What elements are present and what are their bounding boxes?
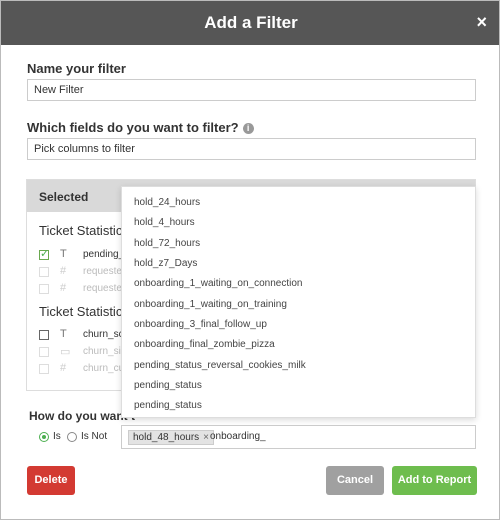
column-checkbox [39, 364, 49, 374]
dropdown-option[interactable]: onboarding_1_waiting_on_training [134, 299, 287, 310]
pick-columns-input[interactable] [27, 138, 476, 160]
filter-name-label: Name your filter [27, 61, 126, 76]
column-values-dropdown: hold_24_hours hold_4_hours hold_72_hours… [121, 186, 476, 418]
dropdown-option[interactable]: hold_24_hours [134, 197, 200, 208]
remove-chip-icon[interactable]: × [203, 432, 209, 443]
column-checkbox[interactable] [39, 330, 49, 340]
dropdown-option[interactable]: onboarding_1_waiting_on_connection [134, 278, 302, 289]
filter-name-input[interactable] [27, 79, 476, 101]
dropdown-option[interactable]: pending_status [134, 400, 202, 411]
radio-label: Is Not [81, 431, 108, 442]
column-checkbox [39, 267, 49, 277]
number-type-icon: # [60, 362, 67, 374]
value-chip: hold_48_hours × [128, 430, 215, 445]
dropdown-option[interactable]: hold_z7_Days [134, 258, 197, 269]
column-checkbox [39, 347, 49, 357]
text-type-icon: T [60, 248, 67, 260]
dropdown-option[interactable]: hold_4_hours [134, 217, 195, 228]
dialog-header: Add a Filter × [1, 1, 499, 45]
dialog-title: Add a Filter [204, 13, 298, 32]
group-title: Ticket Statistics [39, 223, 129, 238]
radio-dot[interactable] [67, 432, 77, 442]
text-type-icon: T [60, 328, 67, 340]
filter-values-input[interactable]: hold_48_hours × onboarding_ [121, 425, 476, 449]
dropdown-option[interactable]: onboarding_final_zombie_pizza [134, 339, 275, 350]
add-filter-dialog: Add a Filter × Name your filter Which fi… [0, 0, 500, 520]
dropdown-option[interactable]: onboarding_3_final_follow_up [134, 319, 267, 330]
chip-label: hold_48_hours [133, 432, 200, 443]
selected-tab[interactable]: Selected [39, 190, 88, 204]
date-type-icon: ▭ [60, 346, 71, 358]
typed-text[interactable]: onboarding_ [210, 431, 266, 442]
info-icon[interactable]: i [242, 123, 254, 135]
add-to-report-button[interactable]: Add to Report [392, 466, 477, 495]
cancel-button[interactable]: Cancel [326, 466, 384, 495]
group-title: Ticket Statistics [39, 304, 129, 319]
column-checkbox [39, 284, 49, 294]
number-type-icon: # [60, 265, 67, 277]
delete-button[interactable]: Delete [27, 466, 75, 495]
column-checkbox[interactable] [39, 247, 49, 260]
close-icon[interactable]: × [476, 12, 487, 33]
dropdown-option[interactable]: hold_72_hours [134, 238, 200, 249]
radio-dot[interactable] [39, 432, 49, 442]
dropdown-option[interactable]: pending_status [134, 380, 202, 391]
radio-label: Is [53, 431, 61, 442]
number-type-icon: # [60, 282, 67, 294]
dropdown-option[interactable]: pending_status_reversal_cookies_milk [134, 360, 306, 371]
column-name: churn_sig [83, 346, 127, 357]
filter-condition-label: How do you want t [29, 409, 135, 423]
fields-label-text: Which fields do you want to filter? [27, 120, 239, 135]
fields-label: Which fields do you want to filter? i [27, 120, 254, 135]
